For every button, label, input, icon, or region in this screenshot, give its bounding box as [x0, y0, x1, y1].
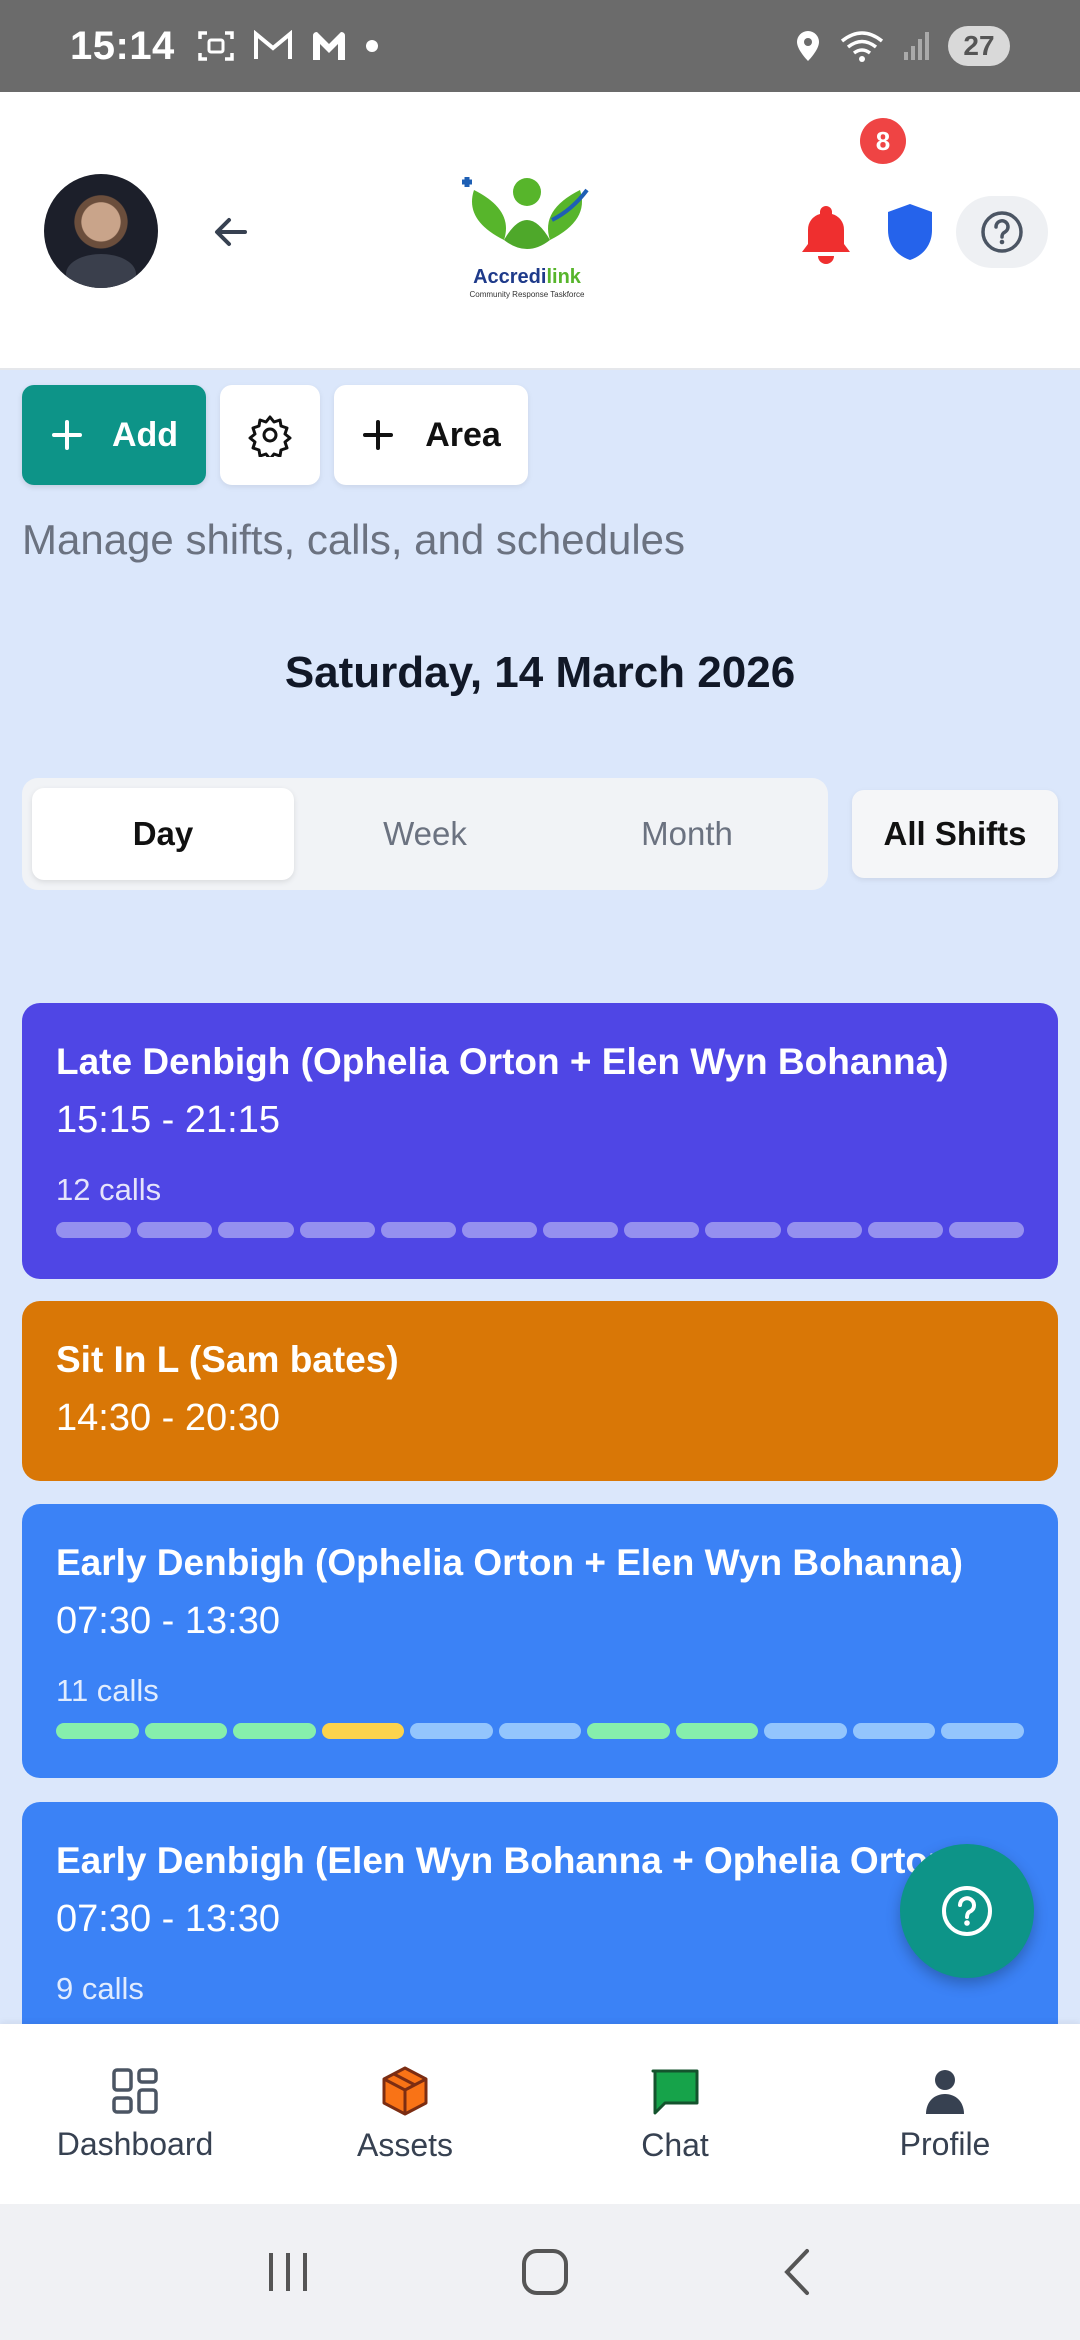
mail-m-icon — [312, 32, 345, 60]
question-circle-icon — [942, 1886, 992, 1936]
page-subtitle: Manage shifts, calls, and schedules — [22, 516, 686, 563]
nav-label: Assets — [356, 2126, 454, 2163]
call-bar — [218, 1222, 294, 1238]
nav-label: Chat — [641, 2126, 709, 2163]
tab-day[interactable]: Day — [32, 788, 294, 880]
gear-icon — [248, 415, 292, 457]
nav-chat[interactable]: Chat — [540, 2024, 810, 2204]
notification-badge: 8 — [860, 118, 906, 164]
add-button-label: Add — [111, 415, 179, 454]
call-bar — [299, 1222, 375, 1238]
plus-icon — [51, 420, 82, 450]
avatar[interactable] — [44, 174, 158, 288]
floating-help-button[interactable] — [900, 1844, 1034, 1978]
logo-tagline: Community Response Taskforce — [469, 290, 585, 299]
screenshot-icon — [198, 31, 234, 61]
call-bar — [137, 1222, 213, 1238]
question-circle-icon — [981, 211, 1023, 253]
shield-icon[interactable] — [884, 202, 936, 262]
location-icon — [797, 31, 819, 61]
view-toggle: Day Week Month — [22, 778, 828, 890]
add-button[interactable]: Add — [22, 385, 206, 485]
tab-month[interactable]: Month — [556, 788, 818, 880]
gmail-icon — [253, 30, 292, 59]
call-bar — [233, 1723, 316, 1739]
shift-time: 07:30 - 13:30 — [56, 1600, 280, 1642]
nav-label: Profile — [899, 2125, 991, 2162]
settings-button[interactable] — [220, 385, 320, 485]
call-bar — [624, 1222, 700, 1238]
add-area-button[interactable]: Area — [334, 385, 528, 485]
status-time: 15:14 — [70, 23, 175, 68]
shift-title: Late Denbigh (Ophelia Orton + Elen Wyn B… — [56, 1041, 949, 1082]
shift-call-count: 9 calls — [56, 1971, 144, 2006]
shift-call-count: 11 calls — [56, 1673, 159, 1708]
logo-figure-icon — [462, 177, 589, 249]
person-icon — [926, 2069, 964, 2114]
call-bar — [764, 1723, 847, 1739]
recent-apps-icon[interactable] — [263, 2249, 313, 2295]
system-navigation-bar — [0, 2204, 1080, 2340]
back-nav-icon[interactable] — [777, 2247, 817, 2297]
call-bar — [410, 1723, 493, 1739]
tab-week[interactable]: Week — [294, 788, 556, 880]
call-bar — [675, 1723, 759, 1739]
chat-icon — [651, 2069, 699, 2114]
arrow-left-icon — [215, 218, 247, 246]
shift-call-count: 12 calls — [56, 1172, 162, 1207]
call-bar — [56, 1222, 132, 1238]
nav-label: Dashboard — [56, 2125, 214, 2162]
call-bar — [587, 1723, 670, 1739]
app-logo: Accredilink Community Response Taskforce — [452, 170, 602, 310]
dashboard-icon — [112, 2067, 158, 2114]
call-bar — [948, 1222, 1025, 1238]
call-bar — [867, 1222, 943, 1238]
call-progress-bars — [56, 1723, 1025, 1739]
nav-dashboard[interactable]: Dashboard — [0, 2024, 270, 2204]
call-bar — [461, 1222, 538, 1238]
call-bar — [786, 1222, 862, 1238]
shift-title: Sit In L (Sam bates) — [56, 1339, 399, 1380]
signal-icon — [904, 32, 929, 60]
shift-card[interactable]: Late Denbigh (Ophelia Orton + Elen Wyn B… — [22, 1003, 1058, 1279]
nav-assets[interactable]: Assets — [270, 2024, 540, 2204]
bell-icon[interactable] — [798, 202, 854, 264]
status-bar: 15:14 27 — [0, 0, 1080, 92]
nav-profile[interactable]: Profile — [810, 2024, 1080, 2204]
plus-icon — [363, 420, 394, 450]
all-shifts-filter[interactable]: All Shifts — [852, 790, 1058, 878]
shift-card[interactable]: Early Denbigh (Ophelia Orton + Elen Wyn … — [22, 1504, 1058, 1778]
battery-indicator: 27 — [948, 26, 1010, 66]
shift-title: Early Denbigh (Ophelia Orton + Elen Wyn … — [56, 1542, 963, 1583]
call-bar — [144, 1723, 228, 1739]
call-bar — [380, 1222, 456, 1238]
wifi-icon — [840, 31, 884, 62]
call-bar — [705, 1222, 781, 1238]
shift-time: 07:30 - 13:30 — [56, 1898, 280, 1940]
app-header: Accredilink Community Response Taskforce… — [0, 92, 1080, 370]
call-bar — [498, 1723, 582, 1739]
shift-time: 14:30 - 20:30 — [56, 1397, 280, 1439]
current-date: Saturday, 14 March 2026 — [284, 648, 796, 697]
help-button[interactable] — [956, 196, 1048, 268]
box-icon — [382, 2066, 428, 2115]
dot-icon — [365, 40, 378, 52]
call-bar — [852, 1723, 936, 1739]
shift-card[interactable]: Sit In L (Sam bates) 14:30 - 20:30 — [22, 1301, 1058, 1481]
call-bar — [941, 1723, 1025, 1739]
call-progress-bars — [56, 1222, 1025, 1238]
bottom-navigation: Dashboard Assets Chat Profile — [0, 2024, 1080, 2204]
logo-name: Accredilink — [473, 266, 581, 288]
call-bar — [321, 1723, 405, 1739]
back-button[interactable] — [206, 207, 256, 257]
area-button-label: Area — [425, 415, 501, 454]
call-bar — [56, 1723, 139, 1739]
shift-time: 15:15 - 21:15 — [56, 1099, 280, 1141]
call-bar — [543, 1222, 619, 1238]
home-icon[interactable] — [520, 2247, 570, 2297]
shift-title: Early Denbigh (Elen Wyn Bohanna + Opheli… — [56, 1840, 963, 1881]
toolbar: Add Area — [22, 385, 528, 485]
